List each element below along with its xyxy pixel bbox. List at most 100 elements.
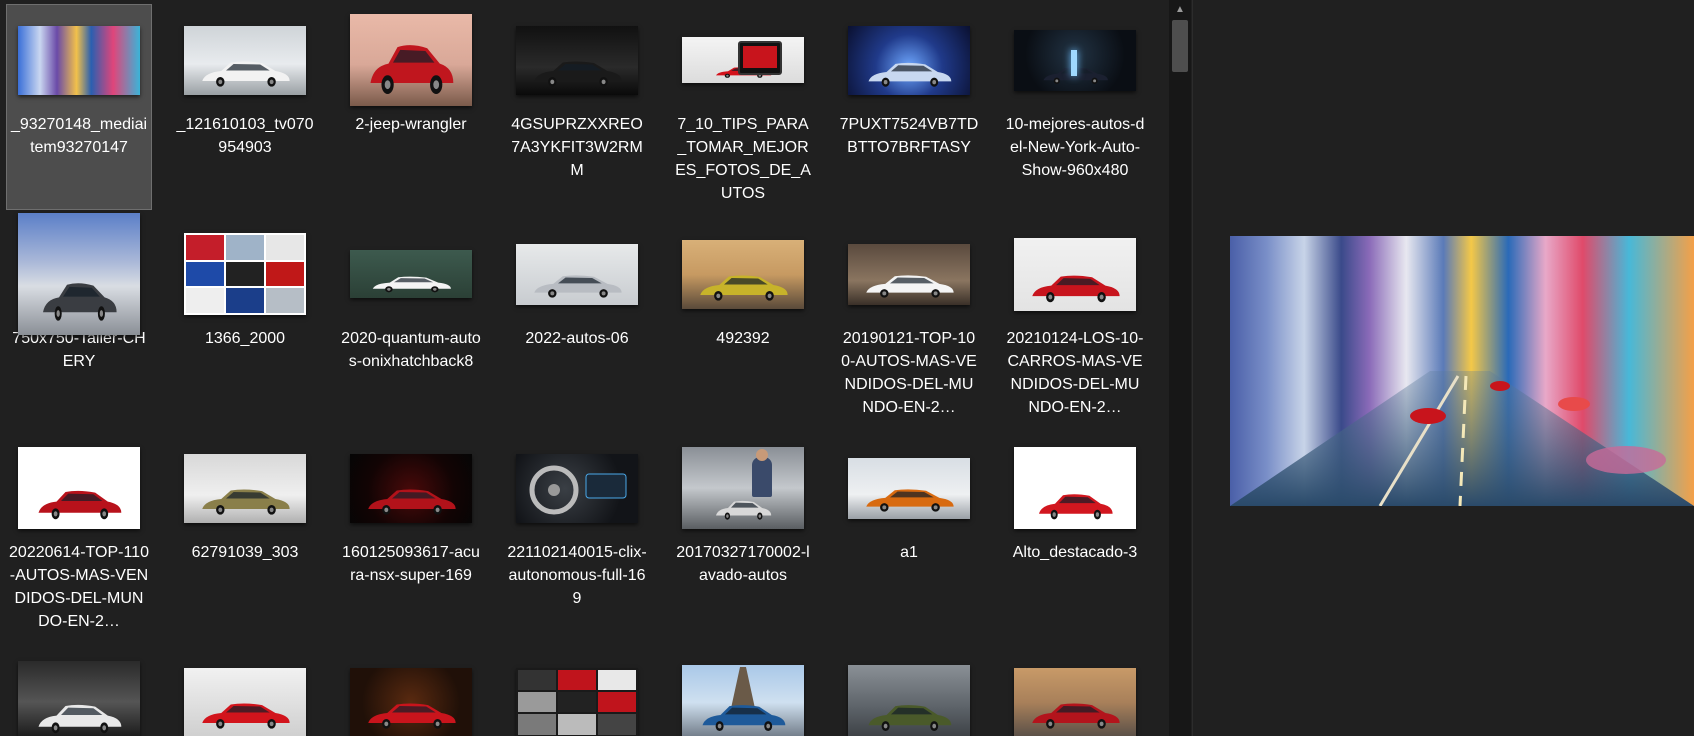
scroll-up-arrow-icon[interactable]: ▲ — [1169, 0, 1191, 18]
file-item[interactable]: _121610103_tv070954903 — [172, 4, 318, 210]
thumbnail-image — [516, 453, 638, 523]
file-item[interactable] — [504, 646, 650, 736]
thumbnail-image — [682, 447, 804, 529]
file-item[interactable]: 20190121-TOP-100-AUTOS-MAS-VENDIDOS-DEL-… — [836, 218, 982, 424]
thumbnail-container — [682, 11, 804, 109]
file-item[interactable]: 7_10_TIPS_PARA_TOMAR_MEJORES_FOTOS_DE_AU… — [670, 4, 816, 210]
file-item[interactable]: 62791039_303 — [172, 432, 318, 638]
vertical-scrollbar[interactable]: ▲ — [1169, 0, 1191, 736]
file-item[interactable]: 750x750-Taller-CHERY — [6, 213, 152, 424]
thumbnail-container — [848, 225, 970, 323]
thumbnail-image — [18, 661, 140, 736]
file-item[interactable]: 221102140015-clix-autonomous-full-169 — [504, 432, 650, 638]
file-item[interactable]: 20220614-TOP-110-AUTOS-MAS-VENDIDOS-DEL-… — [6, 432, 152, 638]
thumbnail-container — [184, 11, 306, 109]
file-name-label: a1 — [900, 544, 918, 561]
file-name-label: 2020-quantum-autos-onixhatchback8 — [341, 330, 481, 370]
file-name-label: Alto_destacado-3 — [1012, 544, 1138, 561]
preview-image — [1230, 236, 1694, 506]
thumbnail-container — [516, 653, 638, 736]
file-item[interactable]: 1366_2000 — [172, 218, 318, 424]
thumbnail-container — [516, 225, 638, 323]
file-item[interactable] — [338, 646, 484, 736]
file-name-label: 492392 — [716, 330, 770, 347]
file-item[interactable]: 4GSUPRZXXREO7A3YKFIT3W2RMM — [504, 4, 650, 210]
thumbnail-image — [184, 25, 306, 95]
thumbnail-image — [18, 25, 140, 95]
file-name-label: 4GSUPRZXXREO7A3YKFIT3W2RMM — [511, 116, 643, 179]
file-name-label: 221102140015-clix-autonomous-full-169 — [507, 544, 647, 607]
thumbnail-container — [350, 11, 472, 109]
thumbnail-image — [184, 233, 306, 315]
thumbnail-image — [516, 25, 638, 95]
thumbnail-container — [516, 11, 638, 109]
file-name-label: 20170327170002-lavado-autos — [676, 544, 810, 584]
file-name-label: 1366_2000 — [204, 330, 286, 347]
file-item[interactable]: 7PUXT7524VB7TDBTTO7BRFTASY — [836, 4, 982, 210]
file-item[interactable]: 2020-quantum-autos-onixhatchback8 — [338, 218, 484, 424]
thumbnail-container — [350, 653, 472, 736]
thumbnail-image — [350, 250, 472, 298]
file-item[interactable]: 20210124-LOS-10-CARROS-MAS-VENDIDOS-DEL-… — [1002, 218, 1148, 424]
file-list-pane[interactable]: _93270148_mediaitem93270147 _121610103_t… — [0, 0, 1168, 736]
thumbnail-image — [350, 453, 472, 523]
file-item[interactable] — [836, 646, 982, 736]
thumbnail-container — [1014, 653, 1136, 736]
thumbnail-container — [848, 653, 970, 736]
file-item[interactable] — [1002, 646, 1148, 736]
thumbnail-image — [682, 664, 804, 736]
thumbnail-container — [350, 439, 472, 537]
file-item[interactable]: a1 — [836, 432, 982, 638]
file-item[interactable]: 20170327170002-lavado-autos — [670, 432, 816, 638]
thumbnail-container — [184, 225, 306, 323]
thumbnail-container — [18, 653, 140, 736]
file-item[interactable]: 10-mejores-autos-del-New-York-Auto-Show-… — [1002, 4, 1148, 210]
file-grid: _93270148_mediaitem93270147 _121610103_t… — [6, 4, 1148, 736]
thumbnail-container — [516, 439, 638, 537]
thumbnail-image — [18, 447, 140, 529]
thumbnail-image — [516, 243, 638, 305]
file-name-label: 2022-autos-06 — [525, 330, 629, 347]
thumbnail-image — [1014, 237, 1136, 311]
file-name-label: _93270148_mediaitem93270147 — [10, 116, 148, 156]
thumbnail-container — [184, 653, 306, 736]
thumbnail-image — [184, 667, 306, 736]
file-name-label: 2-jeep-wrangler — [355, 116, 467, 133]
file-name-label: 20190121-TOP-100-AUTOS-MAS-VENDIDOS-DEL-… — [841, 330, 977, 416]
thumbnail-container — [18, 11, 140, 109]
file-item[interactable]: Alto_destacado-3 — [1002, 432, 1148, 638]
file-name-label: 20220614-TOP-110-AUTOS-MAS-VENDIDOS-DEL-… — [9, 544, 149, 630]
thumbnail-container — [350, 225, 472, 323]
thumbnail-container — [682, 439, 804, 537]
thumbnail-image — [848, 25, 970, 95]
thumbnail-image — [848, 243, 970, 305]
thumbnail-container — [184, 439, 306, 537]
thumbnail-image — [1014, 667, 1136, 736]
file-name-label: 62791039_303 — [191, 544, 299, 561]
file-name-label: 10-mejores-autos-del-New-York-Auto-Show-… — [1005, 116, 1145, 179]
file-item[interactable]: 492392 — [670, 218, 816, 424]
thumbnail-container — [682, 225, 804, 323]
thumbnail-image — [682, 37, 804, 83]
file-item[interactable] — [6, 646, 152, 736]
file-item[interactable]: _93270148_mediaitem93270147 — [6, 4, 152, 210]
thumbnail-image — [848, 664, 970, 736]
thumbnail-image — [1014, 29, 1136, 91]
thumbnail-container — [18, 213, 140, 335]
thumbnail-container — [18, 439, 140, 537]
thumbnail-container — [848, 439, 970, 537]
file-item[interactable] — [172, 646, 318, 736]
scrollbar-thumb[interactable] — [1172, 20, 1188, 72]
file-name-label: _121610103_tv070954903 — [176, 116, 314, 156]
thumbnail-image — [848, 457, 970, 519]
thumbnail-image — [682, 239, 804, 309]
thumbnail-container — [848, 11, 970, 109]
file-item[interactable] — [670, 646, 816, 736]
file-item[interactable]: 160125093617-acura-nsx-super-169 — [338, 432, 484, 638]
file-name-label: 20210124-LOS-10-CARROS-MAS-VENDIDOS-DEL-… — [1006, 330, 1144, 416]
file-item[interactable]: 2-jeep-wrangler — [338, 4, 484, 210]
thumbnail-image — [350, 667, 472, 736]
thumbnail-image — [184, 453, 306, 523]
file-name-label: 7_10_TIPS_PARA_TOMAR_MEJORES_FOTOS_DE_AU… — [675, 116, 811, 202]
file-item[interactable]: 2022-autos-06 — [504, 218, 650, 424]
